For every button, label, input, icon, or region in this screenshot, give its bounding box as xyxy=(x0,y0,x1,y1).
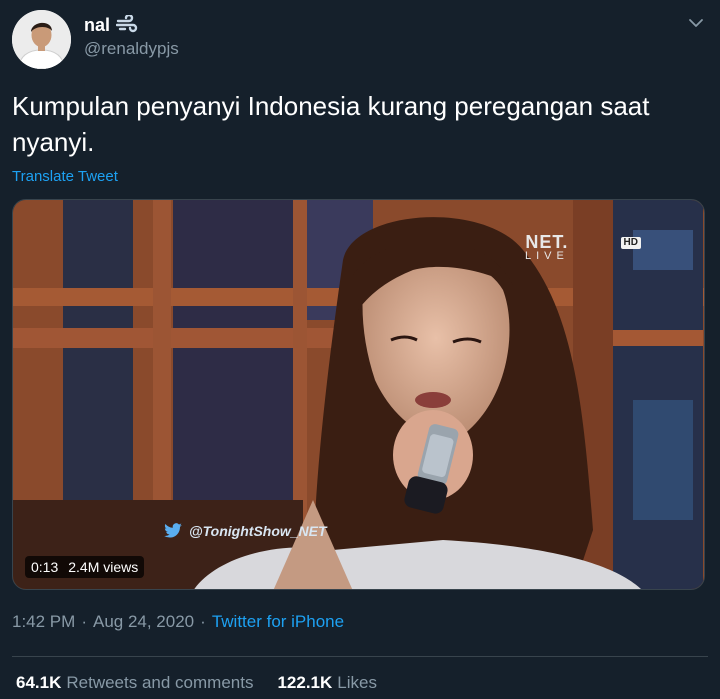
watermark-text: @TonightShow_NET xyxy=(189,523,327,539)
display-name-text: nal xyxy=(84,15,111,35)
chevron-down-icon[interactable] xyxy=(688,16,704,28)
display-name[interactable]: nal xyxy=(84,13,138,36)
retweets-count: 64.1K xyxy=(16,673,62,692)
likes-count: 122.1K xyxy=(277,673,333,692)
retweets-label: Retweets and comments xyxy=(66,673,254,692)
twitter-bird-icon xyxy=(163,523,183,539)
tweet-date[interactable]: Aug 24, 2020 xyxy=(93,611,194,633)
likes-stat[interactable]: 122.1K Likes xyxy=(277,672,377,694)
tweet-text: Kumpulan penyanyi Indonesia kurang pereg… xyxy=(12,91,650,157)
meta-separator: · xyxy=(81,612,87,631)
retweets-stat[interactable]: 64.1K Retweets and comments xyxy=(16,672,253,694)
video-views: 2.4M views xyxy=(68,559,139,575)
channel-logo: NET. LIVE xyxy=(525,232,569,262)
tweet-source-link[interactable]: Twitter for iPhone xyxy=(212,611,344,633)
divider xyxy=(12,656,708,657)
channel-logo-sub: LIVE xyxy=(525,250,569,262)
avatar[interactable] xyxy=(12,10,71,69)
video-duration: 0:13 xyxy=(31,559,59,575)
tweet-meta: 1:42 PM · Aug 24, 2020 · Twitter for iPh… xyxy=(12,611,344,633)
user-handle[interactable]: @renaldypjs xyxy=(84,38,179,60)
video-watermark: @TonightShow_NET xyxy=(163,523,327,539)
translate-tweet-link[interactable]: Translate Tweet xyxy=(12,167,118,187)
likes-label: Likes xyxy=(337,673,377,692)
channel-logo-text: NET. xyxy=(525,232,569,252)
hd-badge: HD xyxy=(620,237,641,249)
tweet-card: nal @renaldypjs Kumpulan penyanyi Indone… xyxy=(0,0,720,699)
dash-icon xyxy=(115,13,138,35)
tweet-stats: 64.1K Retweets and comments 122.1K Likes xyxy=(16,672,377,694)
meta-separator: · xyxy=(200,612,206,631)
video-player[interactable]: NET. LIVE HD @TonightShow_NET 0:13 2.4M … xyxy=(12,199,705,590)
video-stats: 0:13 2.4M views xyxy=(25,556,145,578)
video-frame xyxy=(13,200,704,589)
tweet-time[interactable]: 1:42 PM xyxy=(12,611,75,633)
